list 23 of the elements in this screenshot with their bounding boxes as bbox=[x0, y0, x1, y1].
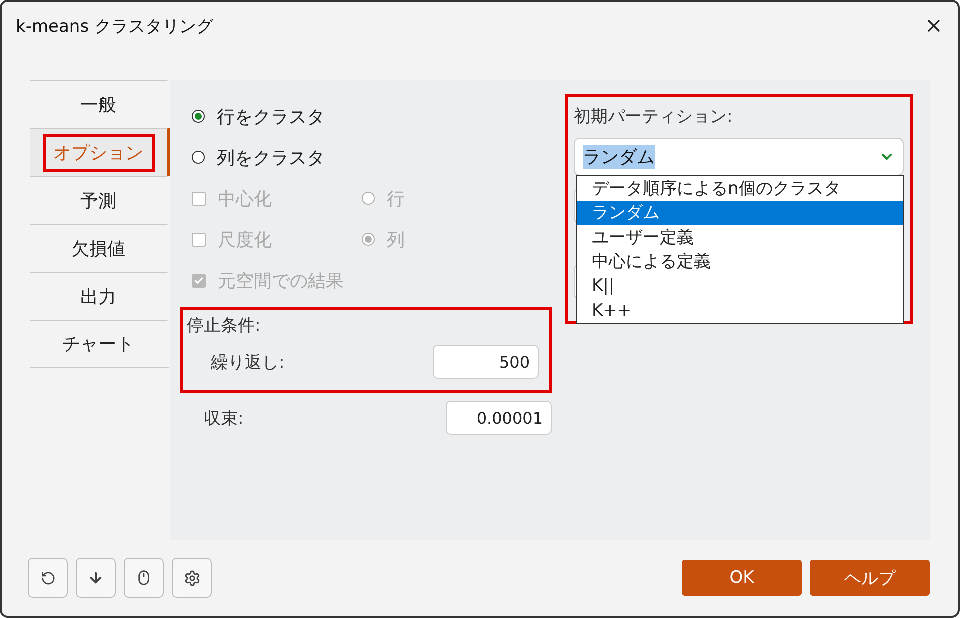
convergence-field[interactable]: 0.00001 bbox=[446, 401, 552, 435]
window-title: k-means クラスタリング bbox=[16, 16, 214, 38]
radio-option[interactable]: 列をクラスタ bbox=[192, 146, 362, 170]
dropdown-item[interactable]: ランダム bbox=[577, 200, 903, 225]
mouse-icon bbox=[136, 570, 152, 586]
field-label: 収束: bbox=[204, 408, 244, 430]
sidebar-tab[interactable]: オプション bbox=[30, 128, 170, 176]
reset-icon bbox=[40, 570, 56, 586]
field-label: 繰り返し: bbox=[211, 352, 285, 374]
reset-button[interactable] bbox=[28, 558, 68, 598]
highlight-frame: オプション bbox=[42, 134, 154, 172]
download-button[interactable] bbox=[76, 558, 116, 598]
settings-button[interactable] bbox=[172, 558, 212, 598]
check-icon bbox=[194, 276, 204, 286]
group-label: 停止条件: bbox=[187, 315, 262, 338]
mouse-button[interactable] bbox=[124, 558, 164, 598]
iterations-field[interactable]: 500 bbox=[433, 345, 539, 379]
partition-dropdown[interactable]: ランダム bbox=[574, 138, 904, 176]
dialog-button[interactable]: OK bbox=[682, 560, 802, 596]
field-label: 初期パーティション: bbox=[574, 107, 733, 127]
settings-icon bbox=[184, 570, 200, 586]
radio-option[interactable]: 行をクラスタ bbox=[192, 104, 362, 128]
dialog-button[interactable]: ヘルプ bbox=[810, 560, 930, 596]
